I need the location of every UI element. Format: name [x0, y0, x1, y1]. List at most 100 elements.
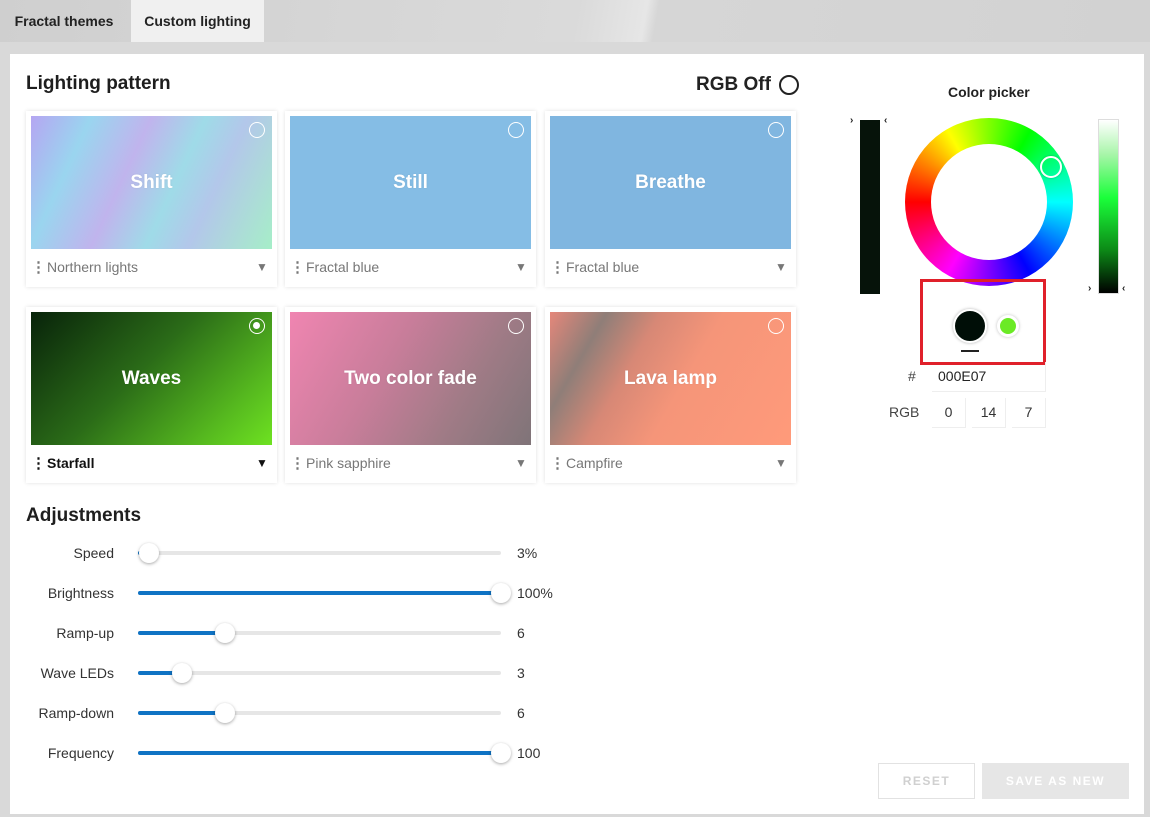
rgb-r-input[interactable]: 0 — [932, 398, 966, 428]
hue-wheel-handle[interactable] — [1040, 156, 1062, 178]
pattern-card-waves[interactable]: Waves ⋮ Starfall ▼ — [26, 307, 277, 483]
slider-label: Frequency — [47, 745, 114, 761]
pattern-radio[interactable] — [508, 122, 524, 138]
pattern-preset-select[interactable]: ⋮ Starfall ▼ — [31, 449, 272, 477]
brightness-bar[interactable] — [860, 120, 880, 294]
lighting-pattern-title: Lighting pattern — [26, 73, 171, 94]
chevron-down-icon[interactable]: ▼ — [771, 260, 791, 274]
pattern-radio[interactable] — [768, 122, 784, 138]
pattern-preview[interactable]: Shift — [31, 116, 272, 249]
kebab-menu-icon[interactable]: ⋮ — [550, 258, 565, 276]
tab-custom-lighting[interactable]: Custom lighting — [131, 0, 264, 42]
slider-track[interactable] — [138, 583, 511, 603]
pattern-preset-select[interactable]: ⋮ Campfire ▼ — [550, 449, 791, 477]
pattern-preset-label: Fractal blue — [566, 259, 640, 275]
slider-value: 100 — [517, 745, 541, 761]
tab-fractal-themes[interactable]: Fractal themes — [0, 0, 128, 42]
kebab-menu-icon[interactable]: ⋮ — [31, 258, 46, 276]
slider-track[interactable] — [138, 743, 511, 763]
slider-value: 3 — [517, 665, 525, 681]
pattern-preview[interactable]: Breathe — [550, 116, 791, 249]
pattern-card-lava-lamp[interactable]: Lava lamp ⋮ Campfire ▼ — [545, 307, 796, 483]
chevron-down-icon[interactable]: ▼ — [511, 456, 531, 470]
pattern-radio-selected[interactable] — [249, 318, 265, 334]
pattern-preset-label: Starfall — [47, 455, 95, 471]
pattern-radio[interactable] — [768, 318, 784, 334]
color-picker-title: Color picker — [948, 84, 1030, 100]
pattern-preset-select[interactable]: ⋮ Pink sapphire ▼ — [290, 449, 531, 477]
slider-thumb[interactable] — [138, 543, 159, 563]
pattern-name: Still — [393, 171, 428, 193]
slider-track[interactable] — [138, 623, 501, 643]
slider-fill — [138, 751, 501, 755]
pattern-preview[interactable]: Lava lamp — [550, 312, 791, 445]
saturation-bar[interactable] — [1098, 119, 1119, 294]
slider-thumb[interactable] — [491, 743, 511, 763]
chevron-down-icon[interactable]: ▼ — [252, 260, 272, 274]
pattern-preset-label: Fractal blue — [306, 259, 380, 275]
pattern-preset-select[interactable]: ⋮ Fractal blue ▼ — [290, 253, 531, 281]
kebab-menu-icon[interactable]: ⋮ — [290, 454, 305, 472]
hex-label: # — [908, 368, 916, 384]
chevron-left-icon: ‹ — [1122, 283, 1126, 294]
rgb-b-input[interactable]: 7 — [1012, 398, 1046, 428]
kebab-menu-icon[interactable]: ⋮ — [550, 454, 565, 472]
rgb-off-label: RGB Off — [696, 74, 771, 95]
slider-ramp-down: Ramp-down 6 — [20, 701, 560, 725]
slider-thumb[interactable] — [215, 623, 236, 643]
rgb-label: RGB — [889, 404, 920, 420]
rgb-off-toggle[interactable]: RGB Off — [696, 74, 799, 96]
pattern-card-shift[interactable]: Shift ⋮ Northern lights ▼ — [26, 111, 277, 287]
slider-value: 100% — [517, 585, 553, 601]
color-swatch-secondary[interactable] — [997, 315, 1019, 337]
chevron-down-icon[interactable]: ▼ — [771, 456, 791, 470]
rgb-off-radio[interactable] — [778, 75, 799, 95]
pattern-radio[interactable] — [508, 318, 524, 334]
pattern-card-still[interactable]: Still ⋮ Fractal blue ▼ — [285, 111, 536, 287]
pattern-card-breathe[interactable]: Breathe ⋮ Fractal blue ▼ — [545, 111, 796, 287]
slider-track[interactable] — [138, 543, 501, 563]
rgb-g-input[interactable]: 14 — [972, 398, 1006, 428]
save-as-new-button[interactable]: SAVE AS NEW — [982, 763, 1129, 799]
hex-input[interactable]: 000E07 — [932, 362, 1046, 392]
tab-bar: Fractal themes Custom lighting — [0, 0, 1150, 42]
slider-fill — [138, 591, 501, 595]
pattern-preview[interactable]: Two color fade — [290, 312, 531, 445]
color-swatch-primary[interactable] — [953, 309, 987, 343]
slider-value: 6 — [517, 705, 525, 721]
slider-fill — [138, 631, 226, 635]
chevron-right-icon: › — [1088, 283, 1092, 294]
kebab-menu-icon[interactable]: ⋮ — [290, 258, 305, 276]
slider-label: Ramp-down — [38, 705, 114, 721]
pattern-card-two-color-fade[interactable]: Two color fade ⋮ Pink sapphire ▼ — [285, 307, 536, 483]
slider-value: 3% — [517, 545, 538, 561]
pattern-name: Breathe — [635, 171, 706, 193]
hue-wheel-center — [931, 144, 1047, 260]
slider-thumb[interactable] — [491, 583, 511, 603]
pattern-preset-select[interactable]: ⋮ Northern lights ▼ — [31, 253, 272, 281]
chevron-down-icon[interactable]: ▼ — [252, 456, 272, 470]
slider-thumb[interactable] — [215, 703, 236, 723]
slider-label: Wave LEDs — [40, 665, 114, 681]
pattern-name: Waves — [121, 367, 182, 389]
slider-track[interactable] — [138, 703, 501, 723]
chevron-right-icon: › — [850, 115, 854, 126]
chevron-left-icon: ‹ — [884, 115, 888, 126]
pattern-radio[interactable] — [249, 122, 265, 138]
reset-button[interactable]: RESET — [878, 763, 975, 799]
chevron-down-icon[interactable]: ▼ — [511, 260, 531, 274]
pattern-preset-select[interactable]: ⋮ Fractal blue ▼ — [550, 253, 791, 281]
slider-ramp-up: Ramp-up 6 — [20, 621, 560, 645]
slider-track[interactable] — [138, 663, 501, 683]
slider-thumb[interactable] — [171, 663, 192, 683]
pattern-preview[interactable]: Waves — [31, 312, 272, 445]
pattern-name: Shift — [130, 171, 173, 193]
pattern-preset-label: Pink sapphire — [306, 455, 391, 471]
adjustments-title: Adjustments — [26, 505, 142, 526]
pattern-preview[interactable]: Still — [290, 116, 531, 249]
slider-brightness: Brightness 100% — [20, 581, 560, 605]
kebab-menu-icon[interactable]: ⋮ — [31, 454, 46, 472]
pattern-preset-label: Campfire — [566, 455, 623, 471]
slider-value: 6 — [517, 625, 525, 641]
slider-label: Ramp-up — [56, 625, 114, 641]
